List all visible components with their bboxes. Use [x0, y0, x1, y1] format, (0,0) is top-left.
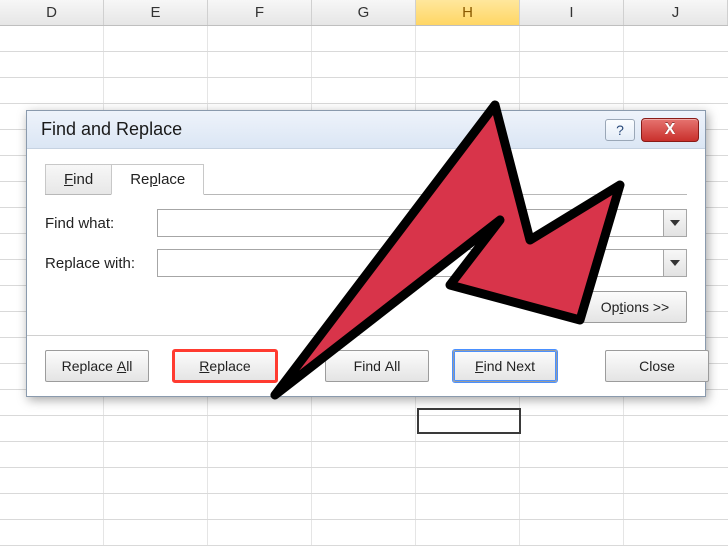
tab-strip: Find Replace — [45, 163, 687, 195]
col-header-D[interactable]: D — [0, 0, 104, 25]
chevron-down-icon — [670, 260, 680, 266]
col-header-I[interactable]: I — [520, 0, 624, 25]
replace-with-input[interactable] — [157, 249, 663, 277]
col-header-G[interactable]: G — [312, 0, 416, 25]
close-icon: X — [665, 121, 676, 139]
help-icon: ? — [616, 122, 624, 138]
replace-all-button[interactable]: Replace All — [45, 350, 149, 382]
replace-with-label: Replace with: — [45, 255, 157, 272]
col-header-E[interactable]: E — [104, 0, 208, 25]
dialog-titlebar[interactable]: Find and Replace ? X — [27, 111, 705, 149]
find-what-label: Find what: — [45, 215, 157, 232]
close-window-button[interactable]: X — [641, 118, 699, 142]
close-button[interactable]: Close — [605, 350, 709, 382]
col-header-J[interactable]: J — [624, 0, 728, 25]
replace-with-dropdown[interactable] — [663, 249, 687, 277]
tab-replace[interactable]: Replace — [111, 164, 204, 195]
column-headers-row: D E F G H I J — [0, 0, 728, 26]
tab-find[interactable]: Find — [45, 164, 112, 194]
dialog-action-bar: Replace All Replace Find All Find Next C… — [27, 335, 705, 396]
find-what-dropdown[interactable] — [663, 209, 687, 237]
find-what-input[interactable] — [157, 209, 663, 237]
col-header-H[interactable]: H — [416, 0, 520, 25]
replace-button[interactable]: Replace — [173, 350, 277, 382]
find-replace-dialog: Find and Replace ? X Find Replace Find w… — [26, 110, 706, 397]
find-all-button[interactable]: Find All — [325, 350, 429, 382]
options-button[interactable]: Options >> — [583, 291, 687, 323]
dialog-title: Find and Replace — [41, 119, 182, 140]
col-header-F[interactable]: F — [208, 0, 312, 25]
chevron-down-icon — [670, 220, 680, 226]
find-next-button[interactable]: Find Next — [453, 350, 557, 382]
help-button[interactable]: ? — [605, 119, 635, 141]
